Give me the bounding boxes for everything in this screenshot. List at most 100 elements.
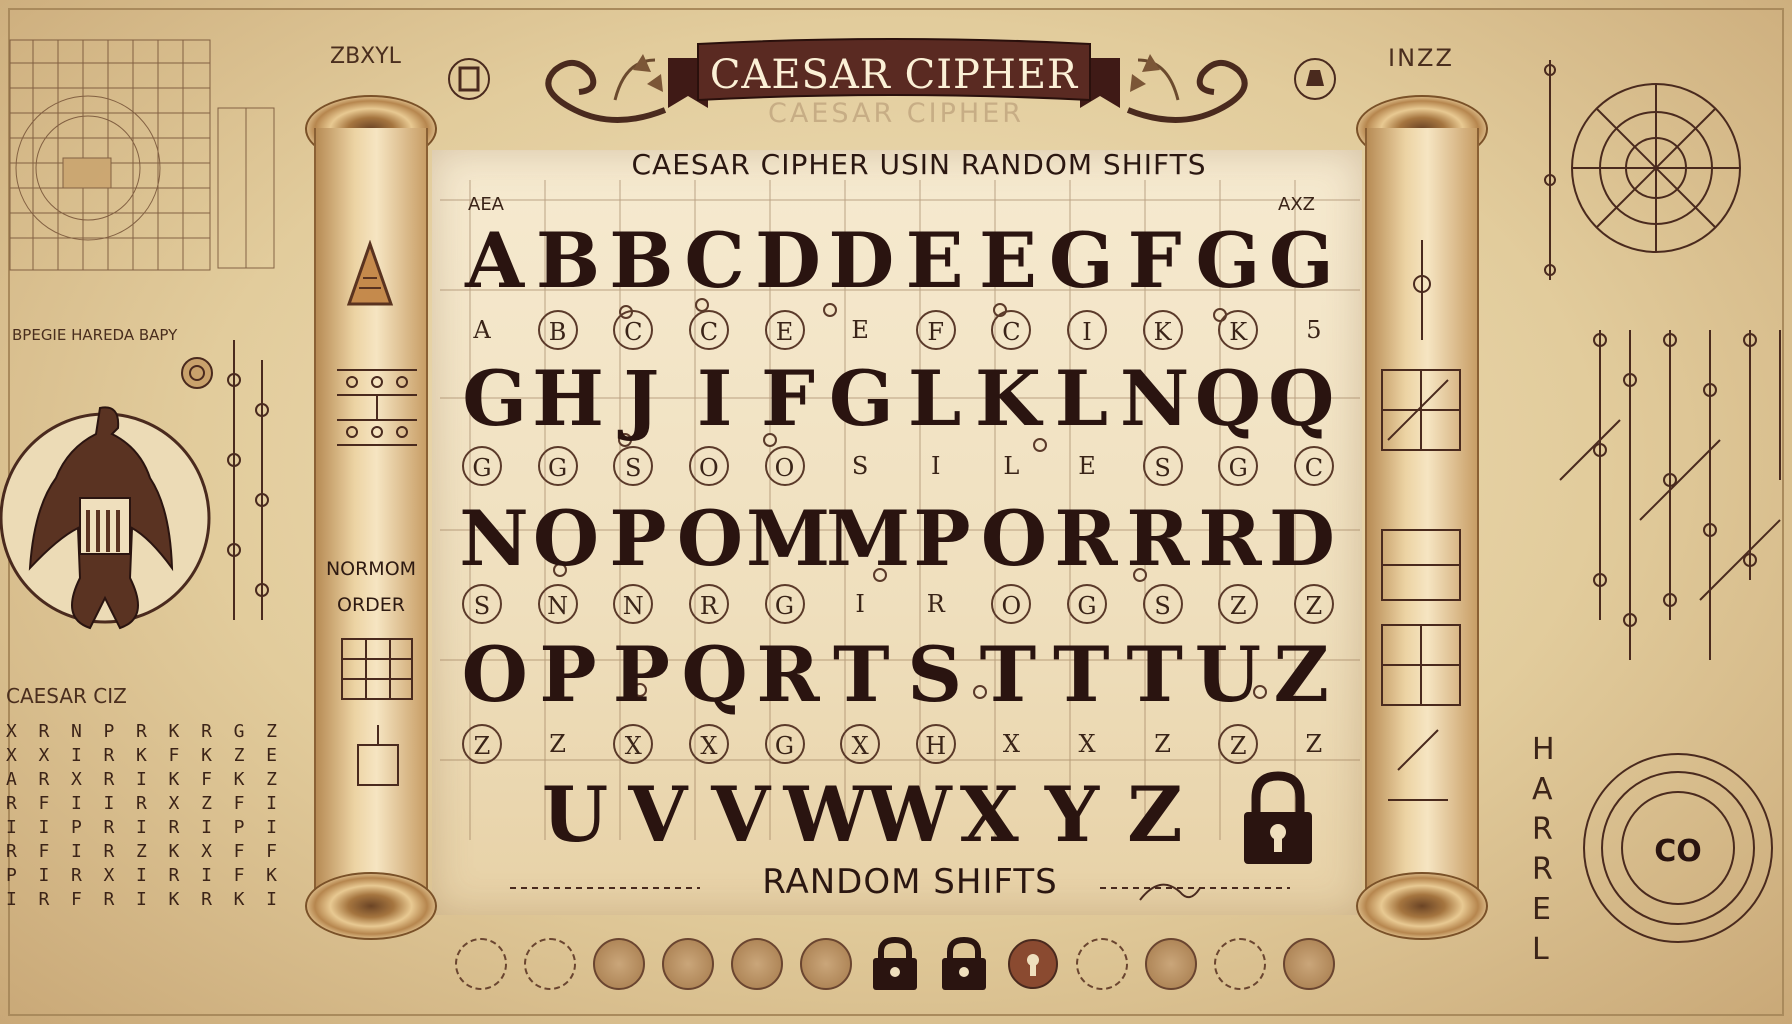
- shift-letter: N: [537, 584, 578, 624]
- right-scroll-diagrams: [1381, 240, 1461, 801]
- letter: M: [746, 494, 831, 583]
- shift-letter: N: [613, 584, 654, 624]
- left-caption: CAESAR CIZ: [6, 684, 127, 708]
- banner-title: CAESAR CIPHER: [709, 52, 1079, 98]
- letter: F: [1127, 216, 1182, 305]
- shift-letter: S: [851, 452, 869, 480]
- shift-row-1: A B C C E E F C I K K 5: [462, 310, 1334, 354]
- shift-letter: O: [688, 446, 729, 486]
- letter: N: [459, 494, 529, 583]
- letter: C: [684, 216, 745, 305]
- lock-icon: [873, 936, 917, 990]
- letter: P: [609, 494, 667, 583]
- left-scroll-label-1: NORMOM: [325, 558, 417, 580]
- letter: M: [826, 494, 911, 583]
- ornament-icon: [1076, 938, 1128, 990]
- letter: S: [907, 630, 963, 719]
- shift-letter: Z: [1293, 584, 1334, 624]
- letter: G: [828, 354, 894, 443]
- letter: G: [462, 354, 528, 443]
- left-scroll-roll-bottom: [305, 872, 437, 940]
- keyhole-medallion-icon: [1008, 939, 1058, 989]
- top-right-medallion-icon: [1294, 58, 1336, 100]
- letter: T: [1126, 630, 1183, 719]
- shift-letter: K: [1142, 310, 1183, 350]
- shift-letter: X: [1002, 730, 1020, 758]
- shift-row-3: S N N R G I R O G S Z Z: [462, 584, 1334, 628]
- shift-letter: X: [1078, 730, 1096, 758]
- lock-icon: [942, 936, 986, 990]
- coin-icon: [1145, 938, 1197, 990]
- letter: J: [623, 354, 660, 443]
- shift-letter: I: [1067, 310, 1107, 350]
- right-scroll-roll-bottom: [1356, 872, 1488, 940]
- shift-letter: Z: [549, 730, 566, 758]
- shift-letter: C: [1293, 446, 1334, 486]
- letter: N: [1119, 354, 1190, 443]
- shift-letter: A: [473, 316, 491, 344]
- shift-letter: E: [764, 310, 805, 350]
- left-scroll-table: [341, 638, 413, 786]
- bottom-icon-strip: [455, 934, 1335, 994]
- shift-letter: G: [764, 584, 805, 624]
- shift-letter: Z: [1218, 584, 1259, 624]
- top-left-code: ZBXYL: [330, 44, 401, 69]
- shift-letter: O: [764, 446, 805, 486]
- letter: P: [539, 630, 597, 719]
- shift-letter: F: [915, 310, 956, 350]
- left-letter-columns: X R N P R K R G Z X X I R K F K Z E A R …: [6, 721, 277, 910]
- letter: Z: [1127, 770, 1183, 859]
- letter: O: [461, 630, 528, 719]
- shift-letter: E: [1078, 452, 1096, 480]
- letter: Q: [1194, 354, 1262, 443]
- letter: Y: [1044, 770, 1100, 859]
- letter: D: [1269, 494, 1335, 583]
- corner-label-left: AEA: [468, 194, 504, 215]
- shift-letter: L: [1003, 452, 1020, 480]
- letter: W: [783, 770, 869, 859]
- letter: A: [465, 216, 525, 305]
- letter: B: [535, 216, 601, 305]
- shift-letter: G: [1067, 584, 1107, 624]
- subtitle: CAESAR CIPHER USIN RANDOM SHIFTS: [631, 148, 1207, 181]
- letter: E: [905, 216, 964, 305]
- cipher-row-4: O P P Q R T S T T T U Z: [458, 630, 1338, 720]
- right-circuit-diagram: [1544, 60, 1781, 660]
- ornament-icon: [455, 938, 507, 990]
- letter: D: [755, 216, 821, 305]
- letter: O: [676, 494, 744, 583]
- footer-flourish: [510, 883, 1290, 901]
- shift-letter: B: [537, 310, 578, 350]
- shift-letter: X: [840, 724, 881, 764]
- shift-letter: E: [851, 316, 869, 344]
- padlock-icon: [1244, 771, 1312, 864]
- cipher-row-2: G H J I F G L K L N Q Q: [458, 354, 1338, 444]
- letter: W: [866, 770, 952, 859]
- shift-row-2: G G S O O S I L E S G C: [462, 446, 1334, 490]
- banner-ghost-title: CAESAR CIPHER: [767, 98, 1025, 129]
- shift-letter: R: [688, 584, 729, 624]
- letter: B: [609, 216, 674, 305]
- shift-letter: X: [688, 724, 729, 764]
- shift-letter: Z: [1218, 724, 1259, 764]
- letter: D: [828, 216, 895, 305]
- letter: U: [1194, 630, 1262, 719]
- shift-letter: R: [926, 590, 945, 618]
- letter: U: [541, 770, 609, 859]
- letter: K: [974, 354, 1041, 443]
- letter: Q: [1268, 354, 1335, 443]
- letter: H: [532, 354, 604, 443]
- coin-icon: [662, 938, 714, 990]
- right-vertical-letters: H A R R E L: [1532, 732, 1555, 967]
- letter: V: [628, 770, 688, 859]
- coin-icon: [800, 938, 852, 990]
- letter: L: [907, 354, 962, 443]
- left-scroll-label-2: ORDER: [337, 594, 405, 616]
- figure-icon: [1214, 938, 1266, 990]
- letter: P: [913, 494, 971, 583]
- left-cipher-grid: [9, 39, 275, 271]
- left-dot-ladder: [227, 340, 269, 620]
- letter: R: [756, 630, 820, 719]
- letter: V: [711, 770, 771, 859]
- letter: T: [833, 630, 890, 719]
